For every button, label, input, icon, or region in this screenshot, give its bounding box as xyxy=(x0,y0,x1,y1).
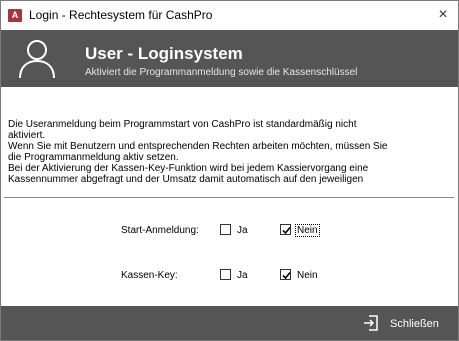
footer-bar: Schließen xyxy=(1,306,458,340)
description-text: Die Useranmeldung beim Programmstart von… xyxy=(8,119,448,196)
description-line: aktiviert. xyxy=(8,130,46,141)
checkmark-icon xyxy=(282,226,291,235)
checkmark-icon xyxy=(282,271,291,280)
window-close-button[interactable]: × xyxy=(428,1,458,30)
login-window: A Login - Rechtesystem für CashPro × Use… xyxy=(0,0,459,341)
kassen-key-ja-label[interactable]: Ja xyxy=(237,270,248,281)
start-anmeldung-nein-label[interactable]: Nein xyxy=(295,224,320,237)
kassen-key-ja-checkbox[interactable] xyxy=(220,269,231,280)
description-line: Kassennummer abgefragt und der Umsatz da… xyxy=(8,174,364,185)
kassen-key-nein-checkbox[interactable] xyxy=(280,269,291,280)
start-anmeldung-ja-checkbox[interactable] xyxy=(220,224,231,235)
description-line: Bei der Aktivierung der Kassen-Key-Funkt… xyxy=(8,163,369,174)
close-button-label[interactable]: Schließen xyxy=(390,318,439,330)
start-anmeldung-nein-checkbox[interactable] xyxy=(280,224,291,235)
title-bar: A Login - Rechtesystem für CashPro × xyxy=(1,1,458,30)
kassen-key-nein-label[interactable]: Nein xyxy=(297,270,318,281)
window-title: Login - Rechtesystem für CashPro xyxy=(29,8,213,22)
description-line: die Programmanmeldung aktiv setzen. xyxy=(8,152,179,163)
header-subtitle: Aktiviert die Programmanmeldung sowie di… xyxy=(85,67,358,78)
description-panel: Die Useranmeldung beim Programmstart von… xyxy=(1,87,458,201)
start-anmeldung-ja-label[interactable]: Ja xyxy=(237,225,248,236)
header-title: User - Loginsystem xyxy=(85,44,243,63)
exit-icon[interactable] xyxy=(363,315,379,331)
kassen-key-label: Kassen-Key: xyxy=(121,270,178,281)
start-anmeldung-label: Start-Anmeldung: xyxy=(121,225,199,236)
description-line: Wenn Sie mit Benutzern und entsprechende… xyxy=(8,141,388,152)
user-icon xyxy=(19,40,55,79)
description-line: Die Useranmeldung beim Programmstart von… xyxy=(8,119,357,130)
description-divider xyxy=(4,197,454,198)
access-app-icon: A xyxy=(8,9,22,22)
header-banner: User - Loginsystem Aktiviert die Program… xyxy=(1,30,458,87)
